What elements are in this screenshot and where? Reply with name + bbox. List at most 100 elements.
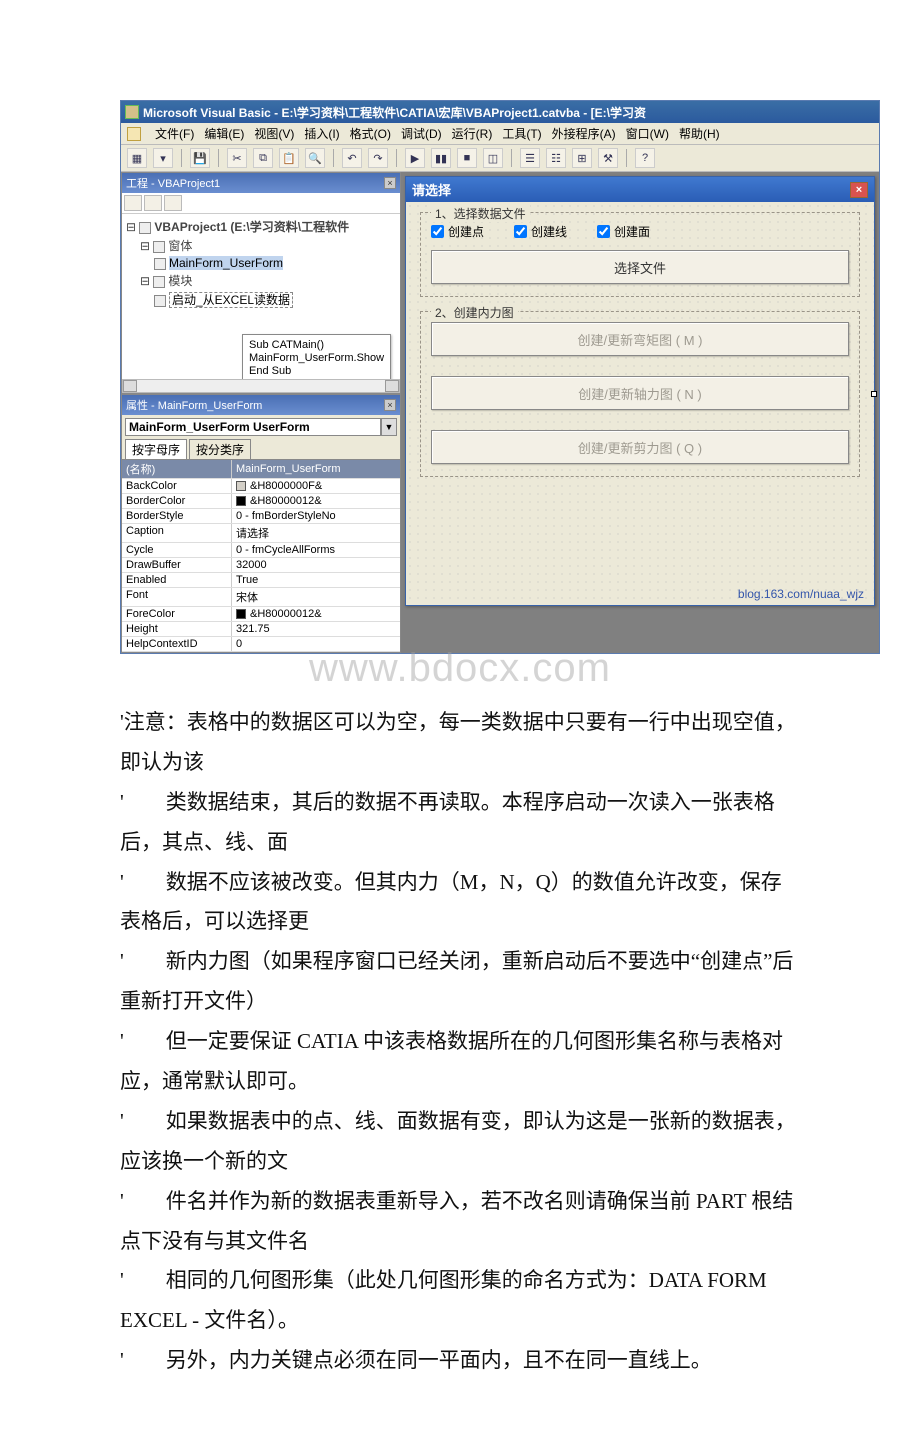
prop-header-name: (名称)	[122, 460, 232, 478]
tb-help-icon[interactable]: ?	[635, 148, 655, 168]
checkbox-create-line[interactable]: 创建线	[514, 223, 567, 240]
prop-row[interactable]: BackColor&H8000000F&	[122, 479, 400, 494]
chk-face-label: 创建面	[614, 223, 650, 240]
chk-line-input[interactable]	[514, 225, 527, 238]
checkbox-create-face[interactable]: 创建面	[597, 223, 650, 240]
menu-view[interactable]: 视图(V)	[254, 125, 294, 142]
group1-label: 1、选择数据文件	[431, 205, 530, 222]
prop-value[interactable]: &H8000000F&	[232, 479, 400, 493]
tb-redo-icon[interactable]: ↷	[368, 148, 388, 168]
tb-save-icon[interactable]: 💾	[190, 148, 210, 168]
prop-value[interactable]: 0	[232, 637, 400, 651]
tb-break-icon[interactable]: ▮▮	[431, 148, 451, 168]
menu-tools[interactable]: 工具(T)	[502, 125, 541, 142]
tb-toolbox-icon[interactable]: ⚒	[598, 148, 618, 168]
axial-diagram-button[interactable]: 创建/更新轴力图 ( N )	[431, 376, 849, 410]
blog-link[interactable]: blog.163.com/nuaa_wjz	[738, 587, 864, 601]
menu-window[interactable]: 窗口(W)	[626, 125, 669, 142]
prop-value[interactable]: &H80000012&	[232, 494, 400, 508]
prop-value[interactable]: 32000	[232, 558, 400, 572]
tb-view-icon[interactable]: ▦	[127, 148, 147, 168]
article-p2: ' 类数据结束，其后的数据不再读取。本程序启动一次读入一张表格后，其点、线、面	[120, 783, 800, 863]
menu-help[interactable]: 帮助(H)	[679, 125, 720, 142]
tree-module-item[interactable]: 启动_从EXCEL读数据	[169, 292, 293, 308]
menu-insert[interactable]: 插入(I)	[304, 125, 339, 142]
prop-value[interactable]: 0 - fmBorderStyleNo	[232, 509, 400, 523]
object-selector-input[interactable]	[125, 418, 381, 436]
prop-value-text: 0 - fmBorderStyleNo	[236, 510, 336, 522]
tb-properties-icon[interactable]: ☷	[546, 148, 566, 168]
close-icon[interactable]: ×	[850, 182, 868, 198]
prop-value-text: &H8000000F&	[250, 480, 322, 492]
prop-row[interactable]: BorderColor&H80000012&	[122, 494, 400, 509]
tb-project-icon[interactable]: ☰	[520, 148, 540, 168]
shear-diagram-button[interactable]: 创建/更新剪力图 ( Q )	[431, 430, 849, 464]
prop-value[interactable]: 请选择	[232, 524, 400, 542]
tree-form-item[interactable]: MainForm_UserForm	[169, 256, 283, 270]
chevron-down-icon[interactable]: ▼	[381, 418, 397, 436]
tree-root[interactable]: VBAProject1 (E:\学习资料\工程软件	[154, 220, 349, 234]
moment-diagram-button[interactable]: 创建/更新弯矩图 ( M )	[431, 322, 849, 356]
menu-addins[interactable]: 外接程序(A)	[552, 125, 616, 142]
tab-categorized[interactable]: 按分类序	[189, 439, 251, 459]
scroll-right-icon[interactable]	[385, 380, 399, 392]
chk-face-input[interactable]	[597, 225, 610, 238]
scroll-track[interactable]	[137, 380, 385, 392]
menu-file[interactable]: 文件(F)	[155, 125, 194, 142]
tree-modules-folder[interactable]: 模块	[168, 274, 192, 288]
prop-value-text: 0	[236, 638, 242, 650]
menu-debug[interactable]: 调试(D)	[401, 125, 442, 142]
tb-stop-icon[interactable]: ■	[457, 148, 477, 168]
tb-find-icon[interactable]: 🔍	[305, 148, 325, 168]
tb-object-icon[interactable]: ⊞	[572, 148, 592, 168]
close-icon[interactable]: ×	[384, 177, 396, 189]
project-tree[interactable]: ⊟ VBAProject1 (E:\学习资料\工程软件 ⊟ 窗体 MainFor…	[122, 214, 400, 379]
tree-forms-folder[interactable]: 窗体	[168, 239, 192, 253]
select-file-button[interactable]: 选择文件	[431, 250, 849, 284]
prop-row[interactable]: HelpContextID 0	[122, 637, 400, 652]
prop-row[interactable]: DrawBuffer32000	[122, 558, 400, 573]
chk-point-label: 创建点	[448, 223, 484, 240]
tb-run-icon[interactable]: ▶	[405, 148, 425, 168]
project-hscroll[interactable]	[122, 379, 400, 393]
menu-run[interactable]: 运行(R)	[452, 125, 493, 142]
userform-titlebar[interactable]: 请选择 ×	[406, 177, 874, 202]
prop-row[interactable]: Caption请选择	[122, 524, 400, 543]
prop-row[interactable]: BorderStyle0 - fmBorderStyleNo	[122, 509, 400, 524]
menu-icon	[127, 127, 141, 141]
prop-row[interactable]: ForeColor&H80000012&	[122, 607, 400, 622]
tb-undo-icon[interactable]: ↶	[342, 148, 362, 168]
prop-value[interactable]: True	[232, 573, 400, 587]
prop-row[interactable]: Cycle0 - fmCycleAllForms	[122, 543, 400, 558]
toggle-folders-icon[interactable]	[164, 195, 182, 211]
menu-format[interactable]: 格式(O)	[350, 125, 391, 142]
tb-paste-icon[interactable]: 📋	[279, 148, 299, 168]
checkbox-create-point[interactable]: 创建点	[431, 223, 484, 240]
prop-value[interactable]: 宋体	[232, 588, 400, 606]
form-designer-area: 请选择 × 1、选择数据文件 创建点 创建线 创建面 选择文件 2	[401, 172, 879, 653]
tb-cut-icon[interactable]: ✂	[227, 148, 247, 168]
close-icon[interactable]: ×	[384, 399, 396, 411]
view-object-icon[interactable]	[144, 195, 162, 211]
resize-handle-icon[interactable]	[871, 391, 877, 397]
prop-row[interactable]: Font宋体	[122, 588, 400, 607]
prop-name: Enabled	[122, 573, 232, 587]
tab-alphabetical[interactable]: 按字母序	[125, 439, 187, 459]
project-toolbar	[122, 193, 400, 214]
scroll-left-icon[interactable]	[123, 380, 137, 392]
menu-edit[interactable]: 编辑(E)	[204, 125, 244, 142]
prop-value[interactable]: &H80000012&	[232, 607, 400, 621]
tb-copy-icon[interactable]: ⧉	[253, 148, 273, 168]
userform-window[interactable]: 请选择 × 1、选择数据文件 创建点 创建线 创建面 选择文件 2	[405, 176, 875, 606]
prop-row[interactable]: EnabledTrue	[122, 573, 400, 588]
tb-insert-icon[interactable]: ▾	[153, 148, 173, 168]
prop-value[interactable]: 0 - fmCycleAllForms	[232, 543, 400, 557]
chk-point-input[interactable]	[431, 225, 444, 238]
prop-row[interactable]: Height321.75	[122, 622, 400, 637]
tb-design-icon[interactable]: ◫	[483, 148, 503, 168]
properties-grid[interactable]: (名称) MainForm_UserForm BackColor&H800000…	[122, 459, 400, 652]
prop-name: HelpContextID	[122, 637, 232, 651]
view-code-icon[interactable]	[124, 195, 142, 211]
object-selector[interactable]: ▼	[125, 418, 397, 436]
prop-value[interactable]: 321.75	[232, 622, 400, 636]
